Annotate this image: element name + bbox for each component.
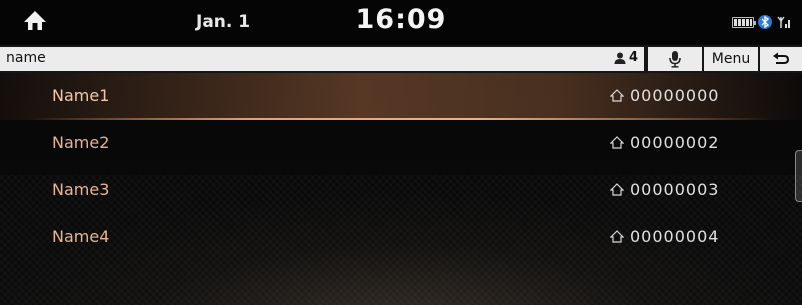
phone-number: 00000003 [630, 180, 720, 199]
bluetooth-icon [758, 15, 772, 29]
contact-phone: 00000000 [610, 86, 719, 105]
signal-icon [777, 16, 790, 28]
status-bar: Jan. 1 16:09 [0, 0, 802, 44]
contact-phone: 00000003 [610, 180, 719, 199]
contact-name: Name1 [52, 86, 110, 105]
search-text: name [6, 50, 46, 66]
clock: 16:09 [355, 4, 447, 35]
date-label: Jan. 1 [196, 12, 251, 32]
search-input[interactable]: name 4 [0, 47, 644, 71]
person-icon [614, 52, 626, 64]
microphone-icon [669, 51, 681, 68]
list-item[interactable]: Name1 00000000 [0, 73, 802, 120]
contact-name: Name3 [52, 180, 110, 199]
contact-phone: 00000004 [610, 227, 719, 246]
back-button[interactable] [760, 47, 802, 71]
list-item[interactable]: Name4 00000004 [0, 214, 802, 261]
home-icon [610, 136, 624, 149]
home-icon[interactable] [22, 9, 48, 33]
home-icon [610, 89, 624, 102]
phone-number: 00000000 [630, 86, 720, 105]
voice-search-button[interactable] [648, 47, 702, 71]
result-count: 4 [614, 50, 638, 65]
contact-phone: 00000002 [610, 133, 719, 152]
phone-number: 00000002 [630, 133, 720, 152]
phone-screen: Jan. 1 16:09 name 4 Menu Name1 00000000 … [0, 0, 802, 305]
contact-name: Name2 [52, 133, 110, 152]
scroll-handle[interactable] [795, 150, 802, 202]
phone-number: 00000004 [630, 227, 720, 246]
menu-button[interactable]: Menu [704, 47, 758, 71]
battery-icon [732, 16, 756, 28]
status-icons [732, 13, 792, 31]
home-icon [610, 230, 624, 243]
back-arrow-icon [773, 52, 790, 64]
contact-name: Name4 [52, 227, 110, 246]
list-item[interactable]: Name3 00000003 [0, 167, 802, 214]
list-item[interactable]: Name2 00000002 [0, 120, 802, 167]
home-icon [610, 183, 624, 196]
search-bar: name 4 Menu [0, 45, 802, 73]
result-count-value: 4 [628, 50, 638, 65]
contact-list: Name1 00000000 Name2 00000002 Name3 0000… [0, 73, 802, 261]
